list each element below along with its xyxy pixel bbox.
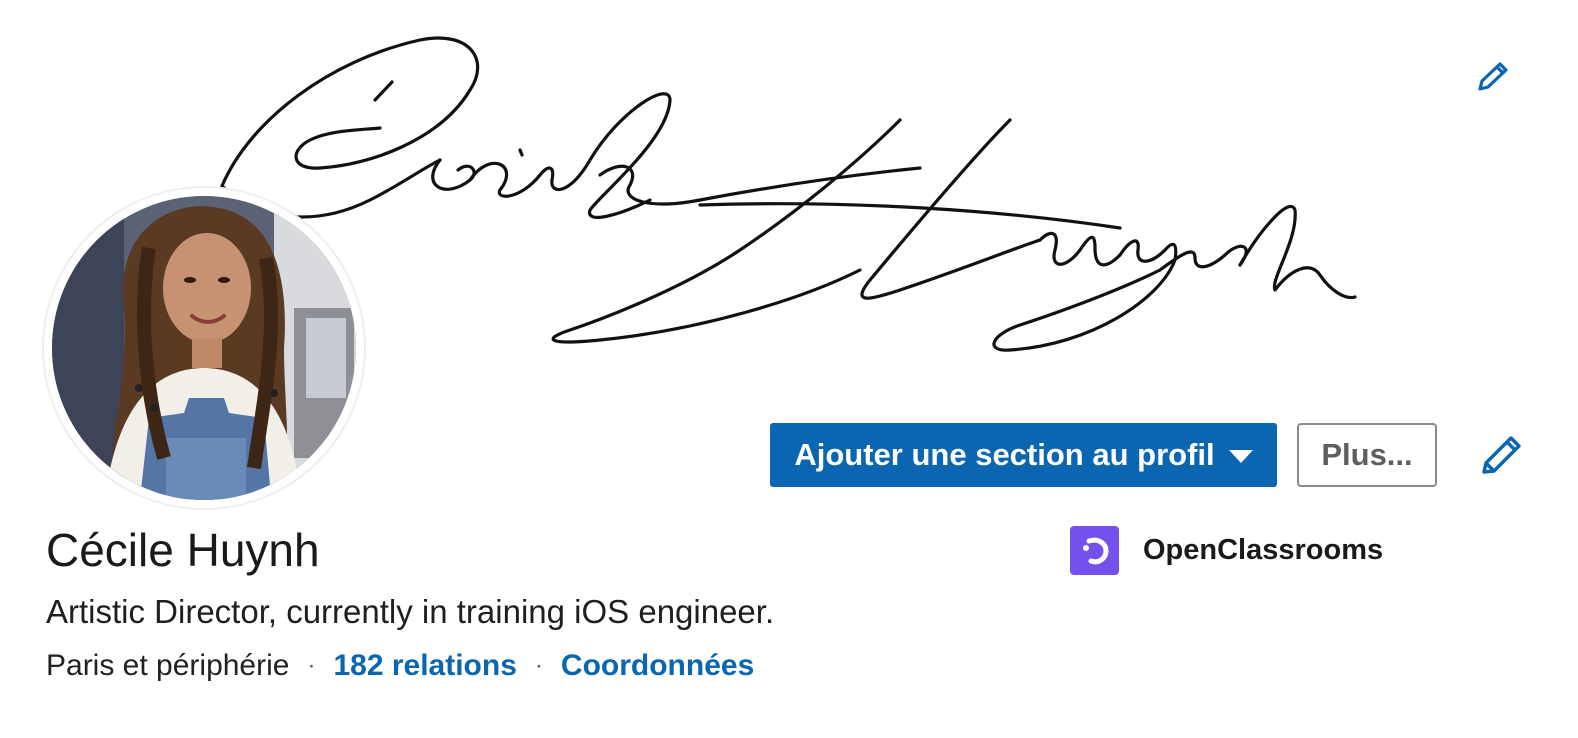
separator-dot: · <box>534 652 543 679</box>
company-name: OpenClassrooms <box>1143 534 1384 566</box>
connections-link[interactable]: 182 relations <box>333 646 516 686</box>
caret-down-icon <box>1228 449 1253 463</box>
openclassrooms-logo-icon <box>1070 526 1119 575</box>
profile-headline: Artistic Director, currently in training… <box>46 593 775 630</box>
profile-location: Paris et périphérie <box>46 649 290 682</box>
profile-avatar[interactable] <box>44 188 364 508</box>
contact-info-link[interactable]: Coordonnées <box>561 646 754 686</box>
pencil-icon <box>1482 436 1521 474</box>
separator-dot: · <box>307 652 316 679</box>
add-section-label: Ajouter une section au profil <box>794 437 1215 472</box>
add-profile-section-button[interactable]: Ajouter une section au profil <box>770 423 1277 487</box>
profile-name: Cécile Huynh <box>46 524 320 576</box>
pencil-icon <box>1478 62 1508 91</box>
edit-banner-button[interactable] <box>1470 58 1514 98</box>
more-button[interactable]: Plus... <box>1297 423 1437 487</box>
profile-meta: Paris et périphérie · 182 relations · Co… <box>46 646 754 686</box>
profile-photo <box>52 196 356 500</box>
current-company[interactable]: OpenClassrooms <box>1070 526 1383 575</box>
edit-profile-button[interactable] <box>1476 432 1526 480</box>
